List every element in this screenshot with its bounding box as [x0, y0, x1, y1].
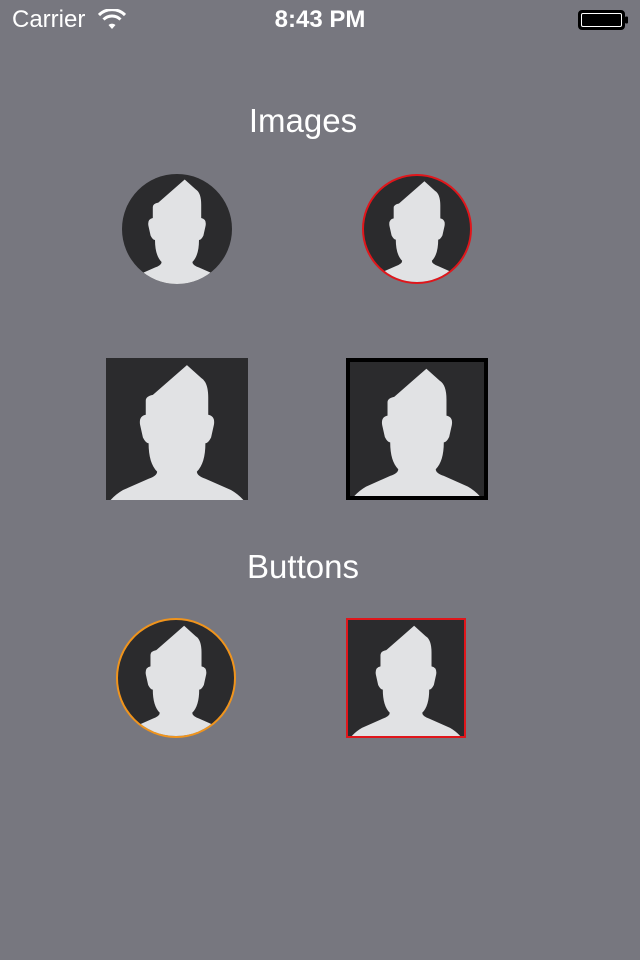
- battery-icon: [578, 9, 630, 31]
- clock: 8:43 PM: [274, 6, 366, 33]
- avatar-image-circle: [122, 174, 232, 284]
- person-silhouette-icon: [110, 365, 244, 500]
- person-silhouette-icon: [351, 625, 461, 736]
- avatar-button-circle-orange-border[interactable]: [116, 618, 236, 738]
- buttons-section-title: Buttons: [247, 548, 359, 585]
- images-section-title: Images: [248, 102, 358, 139]
- avatar-image-square-black-border: [346, 358, 488, 500]
- avatar-image-circle-red-border: [362, 174, 472, 284]
- person-silhouette-icon: [121, 625, 231, 736]
- avatar-image-square: [106, 358, 248, 500]
- avatar-button-square-red-border[interactable]: [346, 618, 466, 738]
- status-bar: Carrier 8:43 PM: [0, 0, 640, 40]
- person-silhouette-icon: [367, 181, 467, 282]
- person-silhouette-icon: [354, 368, 480, 496]
- person-silhouette-icon: [125, 179, 229, 284]
